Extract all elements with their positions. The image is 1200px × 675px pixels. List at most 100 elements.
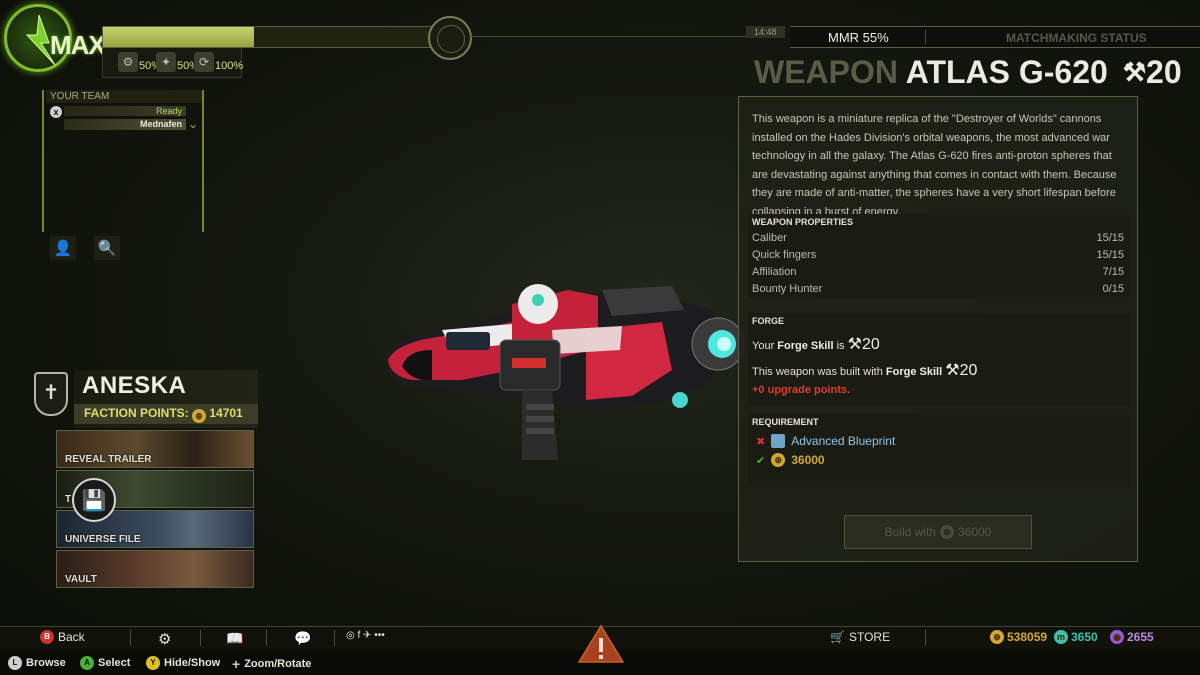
menu-label: T bbox=[65, 494, 72, 505]
property-row: Bounty Hunter 0/15 bbox=[748, 281, 1130, 298]
boost-value: 100% bbox=[215, 60, 244, 72]
divider bbox=[925, 630, 926, 646]
property-value: 15/15 bbox=[1096, 249, 1124, 261]
dpad-icon: + bbox=[232, 656, 241, 672]
mercenary-balance: m 3650 bbox=[1054, 630, 1098, 644]
weapon-properties: WEAPON PROPERTIES Caliber 15/15 Quick fi… bbox=[748, 214, 1130, 298]
hint-label: Zoom/Rotate bbox=[244, 658, 312, 670]
menu-label: UNIVERSE FILE bbox=[65, 534, 141, 545]
warning-icon[interactable] bbox=[576, 622, 626, 666]
back-label: Back bbox=[58, 630, 85, 644]
xp-bar-fill bbox=[103, 27, 255, 47]
xp-boost: ⚙ 50% bbox=[118, 52, 161, 72]
faction-coin-icon: ⊕ bbox=[192, 409, 207, 423]
social-button[interactable]: ◎ f ✈ ••• bbox=[346, 630, 385, 641]
store-button[interactable]: 🛒 STORE bbox=[830, 630, 890, 644]
weapon-model[interactable] bbox=[372, 270, 752, 470]
faction-points-label: FACTION POINTS: bbox=[84, 406, 189, 420]
requirement-label: Advanced Blueprint bbox=[791, 434, 896, 448]
add-friend-icon: 👤 bbox=[53, 240, 73, 257]
mmr-status: MMR 55% bbox=[828, 30, 889, 45]
menu-vault[interactable]: VAULT bbox=[56, 550, 254, 588]
property-name: Affiliation bbox=[752, 266, 797, 278]
matchmaking-status: MATCHMAKING STATUS bbox=[1006, 31, 1147, 45]
section-title: FORGE bbox=[752, 316, 785, 326]
anvil-icon: ⚒ bbox=[1122, 57, 1147, 87]
forge-text: Your bbox=[752, 340, 775, 352]
unmet-cross-icon: ✖ bbox=[756, 435, 766, 448]
save-icon[interactable]: 💾 bbox=[72, 478, 116, 522]
notifications-button[interactable]: 💬 bbox=[294, 630, 311, 647]
anvil-icon: ⚒ bbox=[847, 336, 862, 353]
divider bbox=[200, 630, 201, 646]
xp-boost-icon: ⚙ bbox=[118, 52, 138, 72]
alert-bubble-icon: 💬 bbox=[294, 630, 312, 646]
codex-button[interactable]: 📖 bbox=[226, 630, 243, 647]
hint-zoom-rotate: + Zoom/Rotate bbox=[232, 656, 311, 672]
settings-button[interactable]: ⚙ bbox=[158, 630, 171, 648]
forge-built-skill: This weapon was built with Forge Skill ⚒… bbox=[752, 360, 977, 380]
gear-icon: ⚙ bbox=[158, 631, 172, 648]
player-name: MAX bbox=[50, 30, 106, 60]
weapon-description: This weapon is a miniature replica of th… bbox=[752, 113, 1117, 218]
add-friend-button[interactable]: 👤 bbox=[50, 236, 76, 260]
property-row: Quick fingers 15/15 bbox=[748, 247, 1130, 264]
met-check-icon: ✔ bbox=[756, 454, 766, 467]
weapon-title-prefix: WEAPON bbox=[754, 54, 898, 90]
property-row: Caliber 15/15 bbox=[748, 230, 1130, 247]
divider bbox=[925, 30, 926, 44]
divider bbox=[334, 630, 335, 646]
requirement-section: REQUIREMENT bbox=[748, 414, 1130, 486]
forge-text: This weapon was built with bbox=[752, 366, 883, 378]
faction-boost-icon: ⟳ bbox=[194, 52, 214, 72]
credit-coin-icon: ⊕ bbox=[990, 630, 1004, 644]
menu-reveal-trailer[interactable]: REVEAL TRAILER bbox=[56, 430, 254, 468]
forge-your-skill: Your Forge Skill is ⚒20 bbox=[752, 334, 880, 354]
mercenary-coin-icon: m bbox=[1054, 630, 1068, 644]
store-label: STORE bbox=[848, 630, 891, 644]
menu-label: VAULT bbox=[65, 574, 97, 585]
menu-label: REVEAL TRAILER bbox=[65, 454, 152, 465]
faction-boost: ⟳ 100% bbox=[194, 52, 243, 72]
back-button[interactable]: B Back bbox=[40, 630, 85, 644]
forge-skill-value: 20 bbox=[959, 362, 978, 379]
property-value: 0/15 bbox=[1102, 283, 1124, 295]
cart-icon: 🛒 bbox=[830, 630, 845, 644]
a-button-icon: A bbox=[80, 656, 94, 670]
faction-points-value: 14701 bbox=[209, 406, 243, 420]
weapon-forge-level: 20 bbox=[1146, 54, 1182, 90]
rank-chevron-icon: ⌄ bbox=[188, 117, 199, 131]
l-stick-icon: L bbox=[8, 656, 22, 670]
weapon-name: ATLAS G-620 bbox=[905, 54, 1108, 90]
forge-text: is bbox=[836, 340, 845, 352]
xp-bar bbox=[102, 26, 440, 48]
property-value: 7/15 bbox=[1102, 266, 1124, 278]
blueprint-icon bbox=[771, 434, 786, 448]
credit-coin-icon: ⊕ bbox=[771, 453, 786, 467]
hint-browse: L Browse bbox=[8, 656, 66, 670]
section-title: WEAPON PROPERTIES bbox=[752, 217, 854, 227]
credit-boost-icon: ✦ bbox=[156, 52, 176, 72]
hint-hide-show: Y Hide/Show bbox=[146, 656, 220, 670]
forge-skill-label: Forge Skill bbox=[885, 366, 943, 378]
property-name: Quick fingers bbox=[752, 249, 817, 261]
hint-label: Select bbox=[98, 657, 131, 669]
find-friend-button[interactable]: 🔍 bbox=[94, 236, 120, 260]
team-member-name[interactable]: Mednafen bbox=[64, 119, 186, 130]
currency-value: 538059 bbox=[1007, 630, 1048, 644]
faction-name: ANESKA bbox=[82, 372, 187, 399]
faction-points: FACTION POINTS: ⊕ 14701 bbox=[84, 406, 243, 423]
premium-coin-icon: ◉ bbox=[1110, 630, 1124, 644]
faction-emblem-icon: ✝ bbox=[34, 372, 68, 416]
property-name: Bounty Hunter bbox=[752, 283, 823, 295]
divider bbox=[266, 630, 267, 646]
currency-value: 2655 bbox=[1127, 630, 1154, 644]
anvil-icon: ⚒ bbox=[945, 362, 960, 379]
hint-select: A Select bbox=[80, 656, 130, 670]
divider bbox=[130, 630, 131, 646]
xbox-icon: x bbox=[50, 106, 62, 118]
build-button[interactable]: Build with ⊕ 36000 bbox=[844, 515, 1032, 549]
forge-skill-value: 20 bbox=[861, 336, 880, 353]
weapon-title: WEAPON ATLAS G-620 ⚒20 bbox=[754, 54, 1182, 91]
build-cost: 36000 bbox=[957, 525, 992, 539]
